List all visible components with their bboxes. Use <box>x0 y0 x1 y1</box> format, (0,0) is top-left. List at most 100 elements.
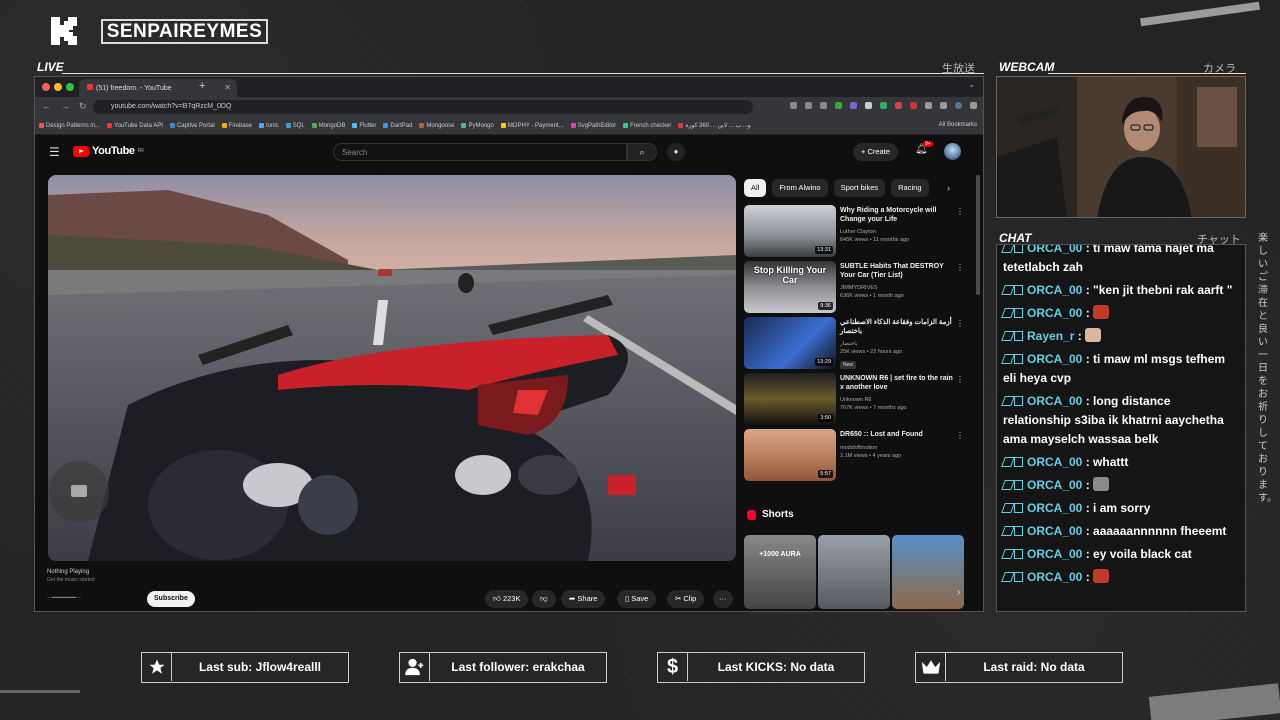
filter-chip[interactable]: Sport bikes <box>833 179 886 197</box>
bookmark-item[interactable]: DartPad <box>383 122 412 129</box>
close-window-button[interactable] <box>42 83 50 91</box>
puzzle-icon[interactable] <box>925 102 932 109</box>
shorts-next-chevron-icon[interactable]: › <box>957 587 960 598</box>
like-button[interactable]: 👍︎ 223K <box>485 590 529 608</box>
search-input[interactable]: Search <box>333 143 627 161</box>
extension-icon[interactable] <box>895 102 902 109</box>
zoom-icon[interactable] <box>805 102 812 109</box>
chat-username[interactable]: ORCA_00 <box>1027 570 1082 584</box>
video-options-kebab-icon[interactable]: ⋮ <box>956 375 964 384</box>
chips-next-chevron-icon[interactable]: › <box>947 183 950 193</box>
video-channel[interactable]: modshiftmotion <box>840 445 877 451</box>
bookmark-item[interactable]: و... ب ... لاين ... 360 كورة <box>678 122 751 129</box>
short-thumbnail[interactable] <box>892 535 964 609</box>
new-tab-icon[interactable]: + <box>199 80 205 92</box>
video-channel[interactable]: باختصار <box>840 341 857 347</box>
tab-list-chevron-icon[interactable]: ⌄ <box>968 80 975 89</box>
minimize-window-button[interactable] <box>54 83 62 91</box>
bookmark-item[interactable]: Mongoose <box>419 122 454 129</box>
chat-username[interactable]: ORCA_00 <box>1027 478 1082 492</box>
video-title[interactable]: SUBTLE Habits That DESTROY Your Car (Tie… <box>840 262 958 280</box>
chat-username[interactable]: ORCA_00 <box>1027 524 1082 538</box>
save-button[interactable]: ▯ Save <box>617 590 657 608</box>
all-bookmarks[interactable]: All Bookmarks <box>939 122 977 128</box>
bookmark-item[interactable]: YouTube Data API <box>107 122 163 129</box>
recommended-video[interactable]: 3:50 UNKNOWN R6 | set fire to the rain x … <box>744 373 969 425</box>
recommended-video[interactable]: 5:57 DR650 :: Lost and Foundmodshiftmotio… <box>744 429 969 481</box>
back-icon[interactable]: ← <box>42 101 51 111</box>
bookmark-item[interactable]: Design Patterns in... <box>39 122 100 129</box>
chat-username[interactable]: Rayen_r <box>1027 329 1074 343</box>
short-thumbnail[interactable] <box>818 535 890 609</box>
filter-chip[interactable]: All <box>744 179 767 197</box>
star-icon[interactable] <box>820 102 827 109</box>
video-options-kebab-icon[interactable]: ⋮ <box>956 263 964 272</box>
filter-chip[interactable]: From Alwino <box>772 179 828 197</box>
short-thumbnail[interactable]: +1000 AURA <box>744 535 816 609</box>
chat-username[interactable]: ORCA_00 <box>1027 547 1082 561</box>
bookmark-item[interactable]: Firebase <box>221 122 252 129</box>
youtube-logo[interactable]: YouTube FR <box>73 145 144 157</box>
video-channel[interactable]: JIMMYDRIVES <box>840 285 878 291</box>
sidebar-icon[interactable] <box>940 102 947 109</box>
dislike-button[interactable]: 👎︎ <box>532 590 556 608</box>
cast-icon[interactable] <box>790 102 797 109</box>
recommended-video[interactable]: 13:29 أزمة الزامات وفقاعة الذكاء الاصطناع… <box>744 317 969 369</box>
bookmark-item[interactable]: PyMongo <box>461 122 494 129</box>
search-button[interactable]: ⌕ <box>627 143 657 161</box>
chat-username[interactable]: ORCA_00 <box>1027 283 1082 297</box>
bookmark-item[interactable]: MOPHY - Payment... <box>500 122 564 129</box>
tab-close-icon[interactable]: ✕ <box>224 83 231 92</box>
forward-icon[interactable]: → <box>61 101 70 111</box>
profile-icon[interactable] <box>955 102 962 109</box>
video-channel[interactable]: Luther Clayton <box>840 229 876 235</box>
video-title[interactable]: أزمة الزامات وفقاعة الذكاء الاصطناعي باخ… <box>840 318 958 336</box>
bookmark-item[interactable]: MongoDB <box>311 122 345 129</box>
bookmark-item[interactable]: French checker <box>623 122 671 129</box>
video-thumbnail[interactable]: 13:29 <box>744 317 836 369</box>
bookmark-item[interactable]: Flutter <box>352 122 376 129</box>
reload-icon[interactable]: ↻ <box>79 101 87 112</box>
video-options-kebab-icon[interactable]: ⋮ <box>956 207 964 216</box>
video-thumbnail[interactable]: 5:57 <box>744 429 836 481</box>
create-button[interactable]: + Create <box>853 143 898 161</box>
extension-icon[interactable] <box>835 102 842 109</box>
video-title[interactable]: Why Riding a Motorcycle will Change your… <box>840 206 958 224</box>
bookmark-item[interactable]: Ionic <box>259 122 279 129</box>
kebab-menu-icon[interactable] <box>970 102 977 109</box>
filter-chip[interactable]: Racing <box>891 179 929 197</box>
extension-icon[interactable] <box>850 102 857 109</box>
extension-icon[interactable] <box>910 102 917 109</box>
chat-username[interactable]: ORCA_00 <box>1027 245 1082 255</box>
extension-icon[interactable] <box>865 102 872 109</box>
avatar[interactable] <box>944 143 961 160</box>
subscribe-button[interactable]: Subscribe <box>147 591 195 607</box>
more-actions-button[interactable]: ··· <box>713 590 733 608</box>
video-options-kebab-icon[interactable]: ⋮ <box>956 431 964 440</box>
extension-icon[interactable] <box>880 102 887 109</box>
hamburger-menu-icon[interactable]: ☰ <box>49 145 60 159</box>
url-input[interactable]: youtube.com/watch?v=B7qRzcM_0DQ <box>93 100 753 114</box>
chat-username[interactable]: ORCA_00 <box>1027 455 1082 469</box>
video-channel[interactable]: Unknown R6 <box>840 397 872 403</box>
video-thumbnail[interactable]: 13:31 <box>744 205 836 257</box>
recommended-video[interactable]: Stop Killing Your Car 9:36 SUBTLE Habits T… <box>744 261 969 313</box>
chat-username[interactable]: ORCA_00 <box>1027 394 1082 408</box>
video-thumbnail[interactable]: 3:50 <box>744 373 836 425</box>
recommended-video[interactable]: 13:31 Why Riding a Motorcycle will Change… <box>744 205 969 257</box>
voice-search-button[interactable]: ● <box>667 143 685 161</box>
bookmark-item[interactable]: SvgPathEditor <box>570 122 616 129</box>
share-button[interactable]: ➦ Share <box>561 590 606 608</box>
bookmark-item[interactable]: SQL <box>285 122 305 129</box>
bookmark-item[interactable]: Captive Portal <box>169 122 215 129</box>
clip-button[interactable]: ✂ Clip <box>667 590 705 608</box>
video-options-kebab-icon[interactable]: ⋮ <box>956 319 964 328</box>
video-player[interactable] <box>48 175 736 561</box>
chat-username[interactable]: ORCA_00 <box>1027 501 1082 515</box>
now-playing-widget[interactable] <box>49 461 109 523</box>
browser-tab[interactable]: (51) freedom. - YouTube ✕ <box>79 79 237 97</box>
video-title[interactable]: DR650 :: Lost and Found <box>840 430 958 439</box>
chat-username[interactable]: ORCA_00 <box>1027 352 1082 366</box>
chat-username[interactable]: ORCA_00 <box>1027 306 1082 320</box>
maximize-window-button[interactable] <box>66 83 74 91</box>
